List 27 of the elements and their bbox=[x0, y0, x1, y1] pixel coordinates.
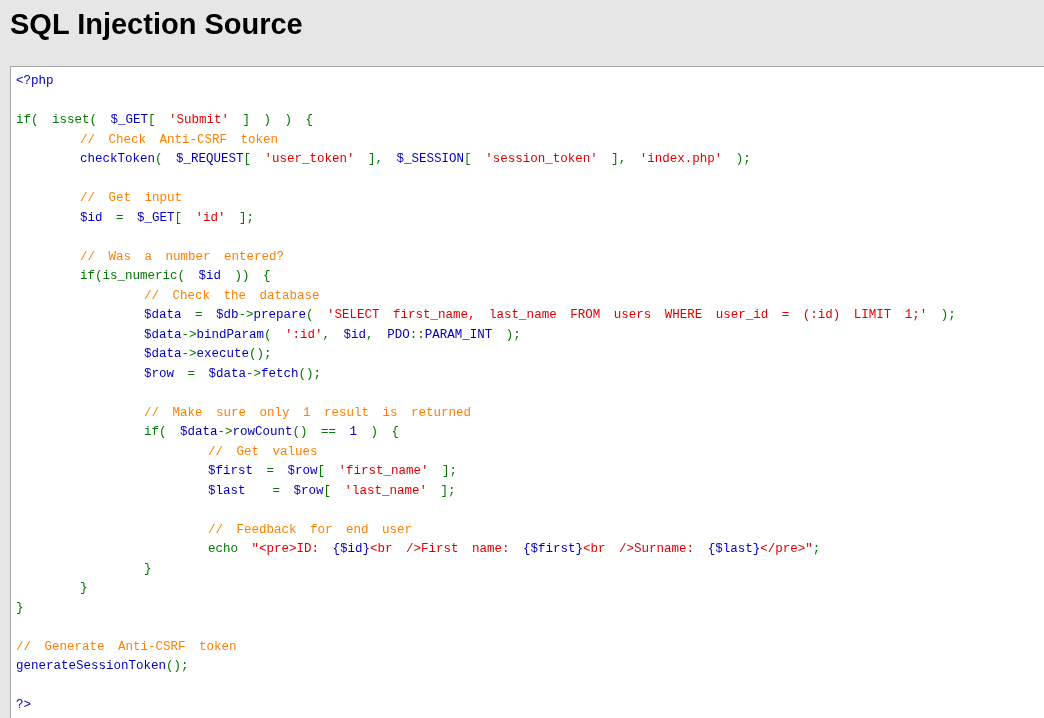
code-line: if( isset( $_GET[ 'Submit' ] ) ) { bbox=[16, 112, 314, 129]
code-line: echo "<pre>ID: {$id}<br />First name: {$first}<br />Surname: {$last}</pre>"; bbox=[207, 541, 821, 558]
code-line: } bbox=[16, 599, 24, 617]
code-line: // Generate Anti-CSRF token bbox=[16, 638, 237, 656]
code-line: $id = $_GET[ 'id' ]; bbox=[79, 209, 255, 227]
code-line: $data->execute(); bbox=[143, 346, 272, 363]
code-line: $row = $data->fetch(); bbox=[143, 365, 322, 383]
page-title: SQL Injection Source bbox=[9, 7, 304, 42]
code-line: // Was a number entered? bbox=[79, 248, 285, 266]
code-line: $last = $row[ 'last_name' ]; bbox=[207, 482, 456, 500]
code-line: checkToken( $_REQUEST[ 'user_token' ], $_SESSION[ 'session_token' ], 'index.php' ); bbox=[79, 151, 751, 168]
code-line: // Feedback for end user bbox=[207, 521, 413, 539]
code-line: ?> bbox=[16, 697, 31, 714]
code-line: if(is_numeric( $id )) { bbox=[79, 268, 271, 285]
code-line: // Check Anti-CSRF token bbox=[79, 131, 279, 149]
code-line: // Get input bbox=[79, 190, 182, 207]
code-line: generateSessionToken(); bbox=[16, 658, 189, 675]
code-line: // Get values bbox=[207, 443, 318, 461]
code-line: <?php bbox=[16, 73, 54, 90]
code-line: $data = $db->prepare( 'SELECT first_name, last_name FROM users WHERE user_id = (:id) LIMIT 1;' ); bbox=[143, 307, 956, 324]
code-line: } bbox=[143, 560, 152, 578]
code-line: $data->bindParam( ':id', $id, PDO::PARAM_INT ); bbox=[143, 326, 521, 344]
code-line: // Make sure only 1 result is returned bbox=[143, 404, 472, 422]
code-line: $first = $row[ 'first_name' ]; bbox=[207, 463, 458, 480]
code-line: if( $data->rowCount() == 1 ) { bbox=[143, 424, 400, 441]
code-line: } bbox=[79, 580, 88, 597]
code-line: // Check the database bbox=[143, 287, 320, 305]
